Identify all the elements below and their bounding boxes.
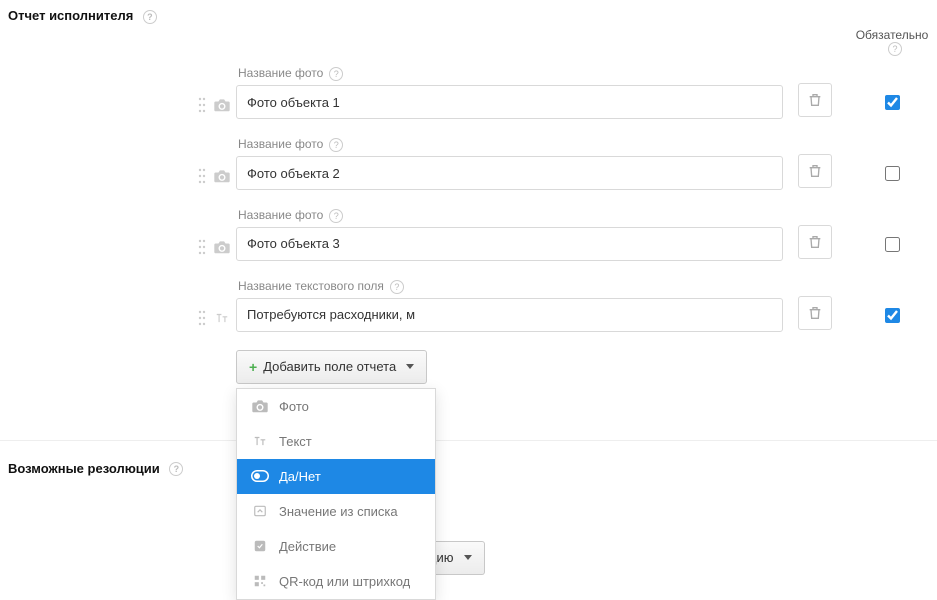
report-field-row: Название фото? <box>0 208 937 261</box>
camera-icon <box>212 98 232 112</box>
dropdown-item-label: Да/Нет <box>279 469 321 484</box>
delete-field-button[interactable] <box>798 83 832 117</box>
dropdown-item-text[interactable]: Текст <box>237 424 435 459</box>
check-icon <box>251 539 269 553</box>
list-icon <box>251 504 269 518</box>
help-icon[interactable]: ? <box>143 10 157 24</box>
add-field-dropdown: Фото Текст Да/Нет Значение из списка Действи… <box>236 388 436 600</box>
drag-handle[interactable] <box>198 310 206 326</box>
help-icon[interactable]: ? <box>329 209 343 223</box>
dropdown-item-label: Текст <box>279 434 312 449</box>
add-field-label: Добавить поле отчета <box>263 359 396 374</box>
text-icon <box>212 311 232 325</box>
section-title-resolutions: Возможные резолюции ? <box>0 461 937 477</box>
chevron-down-icon <box>406 364 414 369</box>
required-checkbox[interactable] <box>885 95 900 110</box>
camera-icon <box>251 399 269 413</box>
camera-icon <box>212 169 232 183</box>
help-icon[interactable]: ? <box>329 67 343 81</box>
dropdown-item-label: Фото <box>279 399 309 414</box>
dropdown-item-toggle[interactable]: Да/Нет <box>237 459 435 494</box>
section-title-report: Отчет исполнителя ? <box>0 0 937 28</box>
field-name-input[interactable] <box>236 298 783 332</box>
drag-handle[interactable] <box>198 239 206 255</box>
chevron-down-icon <box>464 555 472 560</box>
field-label: Название фото? <box>238 66 783 81</box>
required-checkbox[interactable] <box>885 308 900 323</box>
report-field-row: Название фото? <box>0 137 937 190</box>
field-label: Название фото? <box>238 208 783 223</box>
report-field-row: Название текстового поля? <box>0 279 937 332</box>
help-icon[interactable]: ? <box>888 42 902 56</box>
dropdown-item-label: Действие <box>279 539 336 554</box>
delete-field-button[interactable] <box>798 154 832 188</box>
dropdown-item-label: Значение из списка <box>279 504 398 519</box>
delete-field-button[interactable] <box>798 225 832 259</box>
drag-handle[interactable] <box>198 97 206 113</box>
help-icon[interactable]: ? <box>329 138 343 152</box>
dropdown-item-check[interactable]: Действие <box>237 529 435 564</box>
field-label: Название текстового поля? <box>238 279 783 294</box>
required-checkbox[interactable] <box>885 166 900 181</box>
field-name-input[interactable] <box>236 227 783 261</box>
delete-field-button[interactable] <box>798 296 832 330</box>
plus-icon: + <box>249 359 257 375</box>
dropdown-item-list[interactable]: Значение из списка <box>237 494 435 529</box>
camera-icon <box>212 240 232 254</box>
help-icon[interactable]: ? <box>390 280 404 294</box>
dropdown-item-label: QR-код или штрихкод <box>279 574 410 589</box>
text-icon <box>251 434 269 448</box>
help-icon[interactable]: ? <box>169 462 183 476</box>
field-name-input[interactable] <box>236 156 783 190</box>
drag-handle[interactable] <box>198 168 206 184</box>
required-column-header: Обязательно ? <box>847 28 937 63</box>
dropdown-item-camera[interactable]: Фото <box>237 389 435 424</box>
required-checkbox[interactable] <box>885 237 900 252</box>
add-field-button[interactable]: + Добавить поле отчета <box>236 350 427 384</box>
field-label: Название фото? <box>238 137 783 152</box>
qr-icon <box>251 574 269 588</box>
dropdown-item-qr[interactable]: QR-код или штрихкод <box>237 564 435 599</box>
report-field-row: Название фото? <box>0 66 937 119</box>
toggle-icon <box>251 469 269 483</box>
field-name-input[interactable] <box>236 85 783 119</box>
